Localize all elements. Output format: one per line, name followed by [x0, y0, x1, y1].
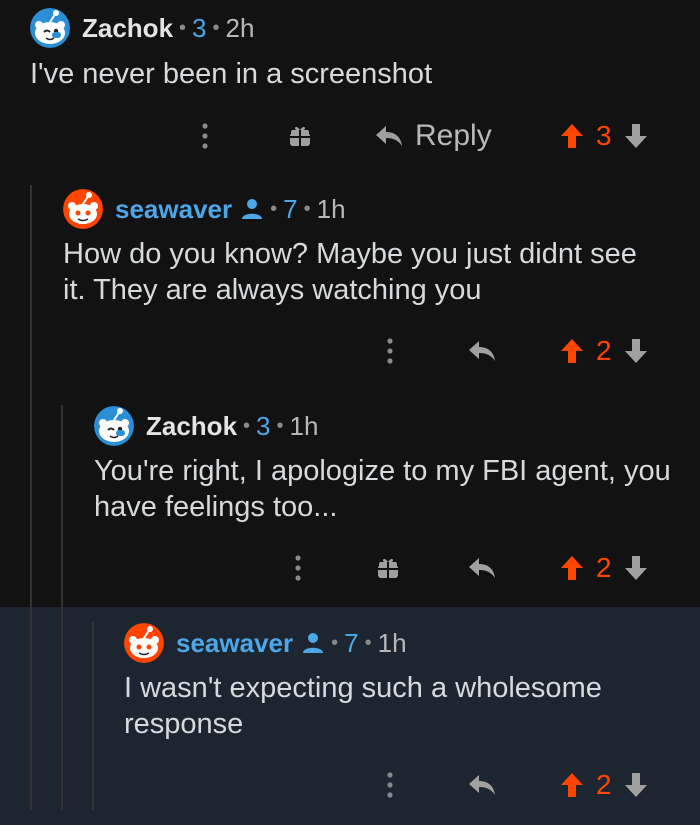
snoo-avatar-red[interactable]	[63, 189, 103, 229]
vote-count: 2	[596, 769, 612, 800]
person-icon	[240, 197, 264, 221]
comment-age: 1h	[316, 193, 346, 224]
snoo-avatar-blue[interactable]	[30, 8, 70, 48]
username[interactable]: seawaver	[176, 628, 293, 659]
reply-button[interactable]	[468, 548, 496, 588]
vote-controls: 2	[560, 331, 648, 371]
reply-button[interactable]: Reply	[375, 116, 492, 156]
reply-label: Reply	[415, 119, 492, 152]
comment-body: How do you know? Maybe you just didnt se…	[63, 238, 637, 306]
comment-seawaver-highlighted: seawaver • 7 • 1h I wasn't expecting suc…	[124, 623, 700, 818]
upvote-arrow-icon[interactable]	[560, 772, 584, 798]
separator-dot: •	[276, 414, 284, 437]
comment-age: 1h	[289, 410, 319, 441]
comment-header: Zachok • 3 • 1h	[94, 406, 318, 446]
thread-line-level-1[interactable]	[30, 185, 32, 810]
downvote-arrow-icon[interactable]	[624, 123, 648, 149]
snoo-avatar-red[interactable]	[124, 623, 164, 663]
more-options-icon[interactable]	[288, 548, 308, 588]
comment-actions: 2	[124, 765, 700, 805]
reply-button[interactable]	[468, 331, 496, 371]
vote-controls: 2	[560, 548, 648, 588]
vote-count: 3	[596, 120, 612, 151]
vote-controls: 3	[560, 116, 648, 156]
reply-arrow-icon	[468, 773, 496, 797]
reply-button[interactable]	[468, 765, 496, 805]
gift-icon[interactable]	[373, 548, 403, 588]
username[interactable]: Zachok	[82, 13, 173, 44]
person-icon	[301, 631, 325, 655]
comment-header: seawaver • 7 • 1h	[63, 189, 346, 229]
karma-count: 7	[283, 193, 298, 224]
downvote-arrow-icon[interactable]	[624, 555, 648, 581]
reply-arrow-icon	[375, 124, 403, 148]
comment-age: 2h	[225, 12, 255, 43]
thread-line-level-3[interactable]	[92, 622, 94, 810]
karma-count: 3	[192, 12, 207, 43]
separator-dot: •	[364, 631, 372, 654]
separator-dot: •	[179, 16, 187, 39]
comment-zachok-reply: Zachok • 3 • 1h You're right, I apologiz…	[94, 406, 700, 606]
comment-header: seawaver • 7 • 1h	[124, 623, 407, 663]
separator-dot: •	[303, 197, 311, 220]
karma-count: 7	[344, 627, 359, 658]
comment-seawaver-reply: seawaver • 7 • 1h How do you know? Maybe…	[63, 189, 700, 389]
reply-arrow-icon	[468, 556, 496, 580]
vote-controls: 2	[560, 765, 648, 805]
vote-count: 2	[596, 335, 612, 366]
comment-actions: 2	[94, 548, 700, 588]
comment-body: You're right, I apologize to my FBI agen…	[94, 455, 671, 523]
comment-actions: Reply 3	[30, 116, 700, 156]
more-options-icon[interactable]	[195, 116, 215, 156]
comment-body: I've never been in a screenshot	[30, 58, 433, 90]
comment-header: Zachok • 3 • 2h	[30, 8, 254, 48]
comment-age: 1h	[377, 627, 407, 658]
upvote-arrow-icon[interactable]	[560, 338, 584, 364]
downvote-arrow-icon[interactable]	[624, 338, 648, 364]
separator-dot: •	[331, 631, 339, 654]
downvote-arrow-icon[interactable]	[624, 772, 648, 798]
separator-dot: •	[270, 197, 278, 220]
thread-line-level-2[interactable]	[61, 405, 63, 810]
separator-dot: •	[212, 16, 220, 39]
comment-zachok-top: Zachok • 3 • 2h I've never been in a scr…	[30, 8, 700, 178]
username[interactable]: seawaver	[115, 194, 232, 225]
snoo-avatar-blue[interactable]	[94, 406, 134, 446]
separator-dot: •	[243, 414, 251, 437]
more-options-icon[interactable]	[380, 331, 400, 371]
karma-count: 3	[256, 410, 271, 441]
upvote-arrow-icon[interactable]	[560, 555, 584, 581]
vote-count: 2	[596, 552, 612, 583]
upvote-arrow-icon[interactable]	[560, 123, 584, 149]
gift-icon[interactable]	[285, 116, 315, 156]
comment-body: I wasn't expecting such a wholesome resp…	[124, 672, 602, 740]
more-options-icon[interactable]	[380, 765, 400, 805]
comment-actions: 2	[63, 331, 700, 371]
reply-arrow-icon	[468, 339, 496, 363]
username[interactable]: Zachok	[146, 411, 237, 442]
